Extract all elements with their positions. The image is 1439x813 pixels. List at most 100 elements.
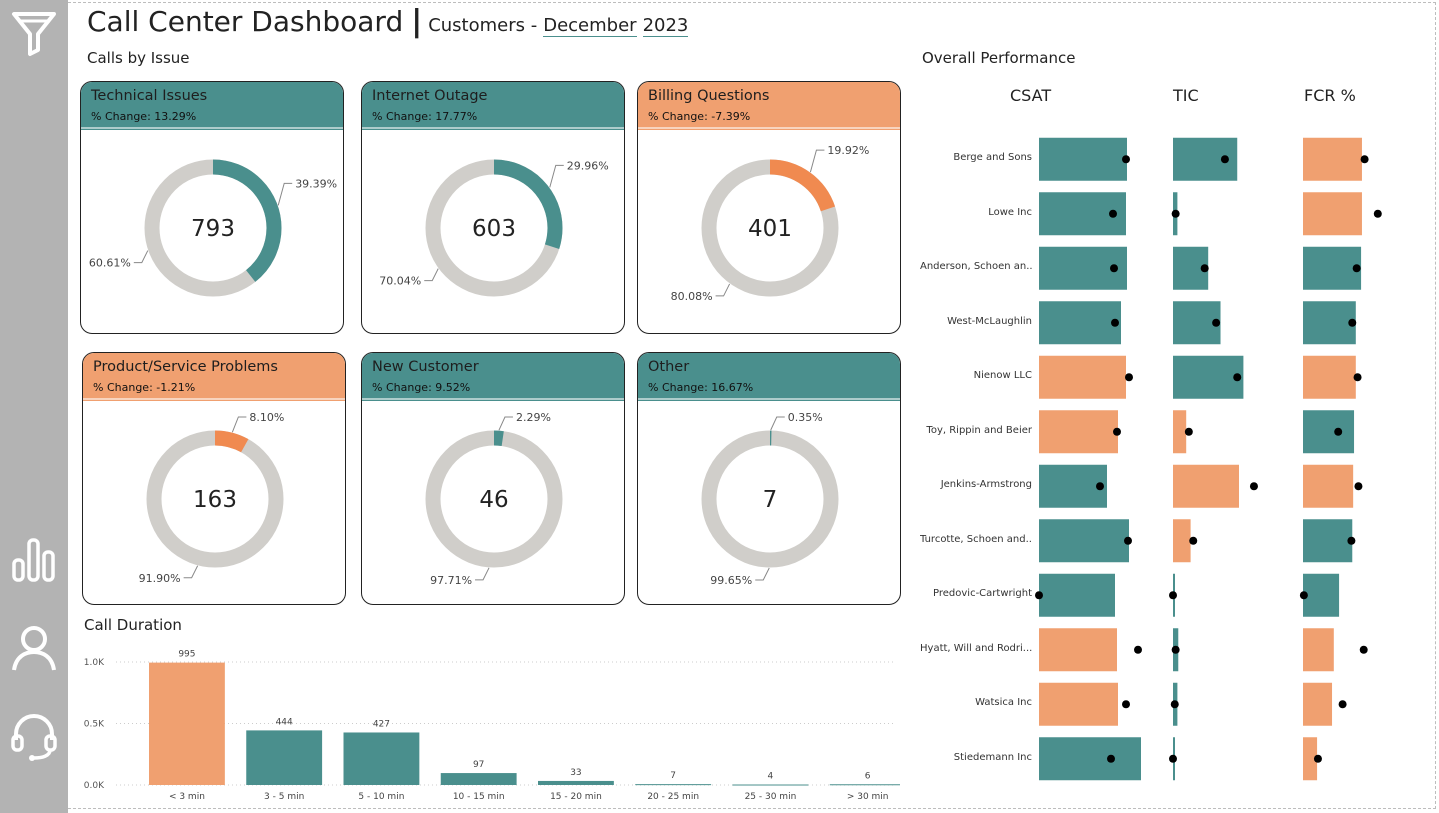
fcr-bar[interactable] (1303, 519, 1353, 563)
bar-value-label: 444 (276, 717, 293, 727)
tic-target-marker (1170, 700, 1179, 709)
user-icon[interactable] (8, 622, 60, 674)
csat-target-marker (1035, 591, 1043, 600)
performance-row-label: Stiedemann Inc (953, 751, 1032, 763)
pct-rest-label: 60.61% (89, 257, 131, 270)
pct-major-label: 0.35% (788, 411, 823, 424)
duration-bar[interactable] (829, 784, 900, 786)
fcr-bar[interactable] (1303, 573, 1340, 617)
tic-target-marker (1171, 209, 1180, 218)
csat-bar[interactable] (1039, 628, 1117, 672)
label-leader (770, 416, 785, 431)
fcr-bar[interactable] (1303, 355, 1356, 399)
issue-card-product[interactable]: Product/Service Problems % Change: -1.21… (82, 352, 346, 605)
tic-bar[interactable] (1173, 410, 1187, 454)
sidebar (0, 0, 68, 813)
duration-bar[interactable] (343, 732, 420, 785)
fcr-target-marker (1353, 373, 1362, 382)
duration-bar[interactable] (246, 730, 323, 785)
csat-bar[interactable] (1039, 519, 1129, 563)
bar-value-label: 427 (373, 719, 390, 729)
fcr-target-marker (1347, 536, 1356, 545)
card-divider (83, 398, 345, 400)
fcr-bar[interactable] (1303, 301, 1356, 345)
tic-bar[interactable] (1173, 355, 1244, 399)
bar-chart-icon[interactable] (8, 534, 60, 586)
performance-row-label: Jenkins-Armstrong (940, 479, 1032, 491)
overall-performance-heading: Overall Performance (922, 49, 1076, 67)
duration-bar[interactable] (732, 784, 809, 786)
csat-bar[interactable] (1039, 355, 1126, 399)
pct-rest-label: 99.65% (710, 574, 752, 587)
csat-bar[interactable] (1039, 137, 1127, 181)
fcr-bar[interactable] (1303, 246, 1362, 290)
issue-card-technical[interactable]: Technical Issues % Change: 13.29% 793 39.… (80, 81, 344, 334)
bar-value-label: 97 (473, 760, 484, 770)
issue-total: 793 (191, 216, 235, 242)
csat-bar[interactable] (1039, 410, 1118, 454)
page-subtitle: Customers - (428, 15, 538, 36)
csat-bar[interactable] (1039, 682, 1118, 726)
label-leader (715, 283, 731, 297)
tic-target-marker (1169, 754, 1177, 763)
fcr-target-marker (1299, 591, 1308, 600)
call-duration-chart: 0.0K 0.5K 1.0K 995 < 3 min 444 3 - 5 min 427 5 -… (84, 650, 900, 802)
issue-card-other[interactable]: Other % Change: 16.67% 7 0.35% 99.65% (637, 352, 901, 605)
fcr-bar[interactable] (1303, 682, 1333, 726)
csat-bar[interactable] (1039, 737, 1141, 781)
csat-target-marker (1122, 155, 1130, 164)
tic-bar[interactable] (1173, 464, 1239, 508)
tic-target-marker (1184, 427, 1193, 436)
fcr-target-marker (1313, 754, 1322, 763)
fcr-bar[interactable] (1303, 192, 1362, 236)
duration-bar[interactable] (440, 773, 517, 785)
year-selector[interactable]: 2023 (642, 15, 689, 37)
card-change: % Change: -1.21% (93, 381, 196, 394)
label-leader (549, 164, 564, 188)
headset-icon[interactable] (8, 710, 60, 762)
issue-card-new-customer[interactable]: New Customer % Change: 9.52% 46 2.29% 97.7… (361, 352, 625, 605)
tic-bar[interactable] (1173, 519, 1191, 563)
csat-target-marker (1111, 318, 1119, 327)
fcr-target-marker (1334, 427, 1343, 436)
card-change: % Change: 16.67% (648, 381, 754, 394)
csat-bar[interactable] (1039, 301, 1121, 345)
fcr-bar[interactable] (1303, 410, 1355, 454)
bar-value-label: 7 (670, 771, 676, 781)
fcr-bar[interactable] (1303, 628, 1334, 672)
tic-target-marker (1189, 536, 1198, 545)
call-duration-heading: Call Duration (84, 616, 182, 634)
pct-rest-label: 70.04% (379, 275, 421, 288)
page-header: Call Center Dashboard | Customers - Dece… (87, 4, 689, 44)
label-leader (183, 565, 199, 579)
tic-target-marker (1249, 482, 1258, 491)
issue-card-internet[interactable]: Internet Outage % Change: 17.77% 603 29.9… (361, 81, 625, 334)
x-tick-label: 3 - 5 min (264, 792, 304, 802)
filter-icon[interactable] (8, 8, 60, 60)
fcr-bar[interactable] (1303, 464, 1354, 508)
card-title: Internet Outage (372, 88, 488, 104)
x-tick-label: 5 - 10 min (358, 792, 404, 802)
fcr-target-marker (1359, 645, 1368, 654)
card-title: Technical Issues (91, 88, 208, 104)
duration-bar[interactable] (635, 784, 712, 786)
y-tick-label: 0.5K (84, 720, 105, 730)
tic-target-marker (1171, 645, 1180, 654)
card-divider (362, 398, 624, 400)
page-title: Call Center Dashboard (87, 5, 404, 38)
duration-bar[interactable] (538, 780, 614, 785)
csat-bar[interactable] (1039, 573, 1115, 617)
duration-bar[interactable] (149, 662, 225, 785)
pct-rest-label: 97.71% (430, 574, 472, 587)
y-tick-label: 1.0K (84, 658, 105, 668)
x-tick-label: 25 - 30 min (745, 792, 797, 802)
month-selector[interactable]: December (543, 15, 637, 37)
bar-value-label: 6 (865, 771, 871, 781)
title-separator: | (411, 4, 423, 39)
tic-target-marker (1212, 318, 1221, 327)
performance-row-label: Predovic-Cartwright (933, 588, 1032, 600)
fcr-bar[interactable] (1303, 137, 1362, 181)
csat-target-marker (1124, 536, 1132, 545)
card-title: Other (648, 359, 690, 375)
issue-card-billing[interactable]: Billing Questions % Change: -7.39% 401 19… (637, 81, 901, 334)
